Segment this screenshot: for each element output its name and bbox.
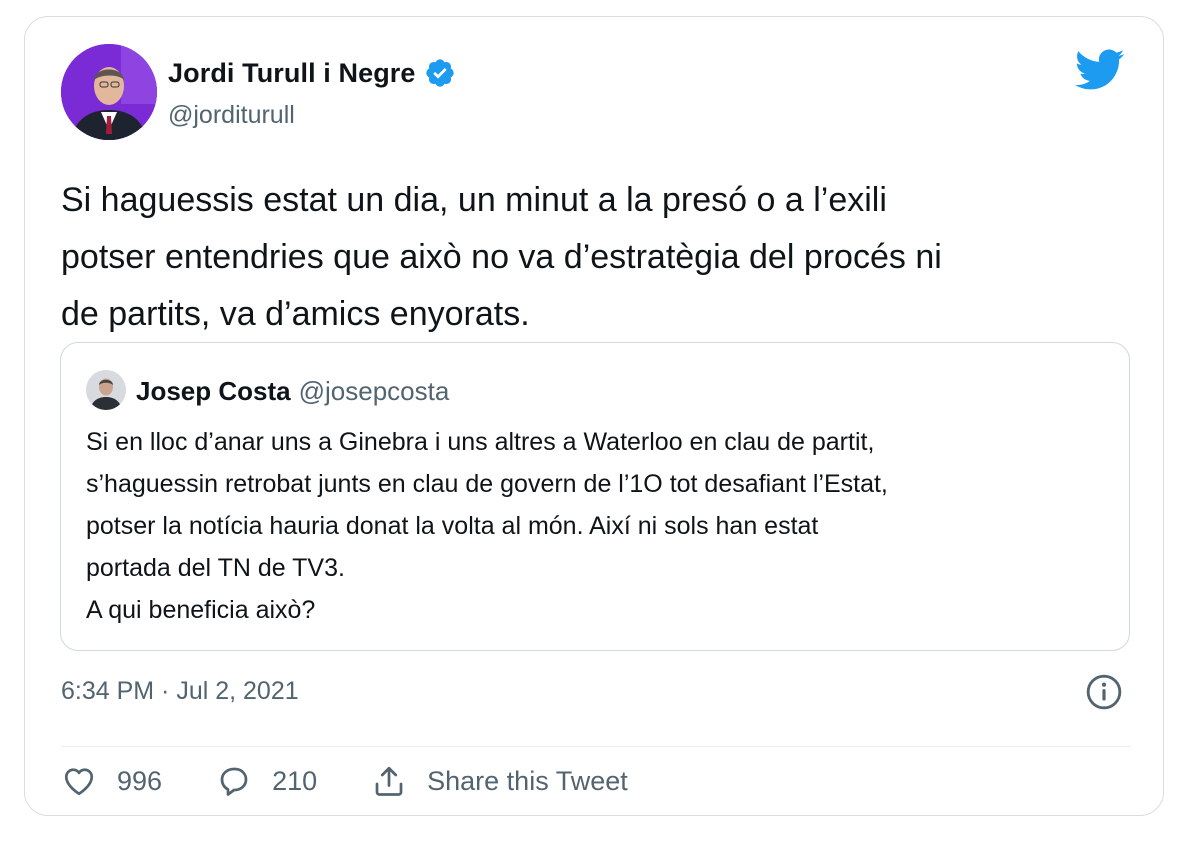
tweet-card: Jordi Turull i Negre @jorditurull Si hag… (24, 16, 1164, 816)
quoted-author-name: Josep Costa (136, 376, 291, 406)
divider (61, 746, 1131, 747)
reply-count: 210 (272, 765, 318, 796)
reply-bubble-icon (220, 767, 248, 796)
quoted-tweet-text: Si en lloc d’anar uns a Ginebra i uns al… (86, 428, 888, 624)
share-icon (375, 766, 403, 796)
quoted-author-avatar (86, 370, 126, 410)
author-name[interactable]: Jordi Turull i Negre (168, 57, 456, 89)
author-handle[interactable]: @jorditurull (168, 101, 295, 130)
reply-button[interactable]: 210 (216, 763, 317, 799)
like-count: 996 (117, 765, 163, 796)
info-icon[interactable] (1085, 673, 1123, 711)
quoted-author-handle: @josepcosta (298, 376, 450, 406)
author-avatar[interactable] (61, 44, 157, 140)
twitter-bird-icon[interactable] (1075, 49, 1125, 91)
author-name-text[interactable]: Jordi Turull i Negre (168, 58, 416, 89)
like-button[interactable]: 996 (61, 763, 162, 799)
tweet-text: Si haguessis estat un dia, un minut a la… (61, 181, 942, 333)
quoted-tweet[interactable]: Josep Costa @josepcosta Si en lloc d’anar… (60, 342, 1130, 651)
verified-badge-icon (425, 59, 454, 87)
tweet-timestamp[interactable]: 6:34 PM · Jul 2, 2021 (61, 677, 299, 706)
share-button[interactable]: Share this Tweet (371, 763, 628, 799)
heart-icon (64, 768, 94, 796)
tweet-actions: 996 210 Share this Tweet (61, 757, 682, 805)
quoted-author: Josep Costa @josepcosta (136, 376, 449, 407)
share-label: Share this Tweet (427, 765, 628, 796)
